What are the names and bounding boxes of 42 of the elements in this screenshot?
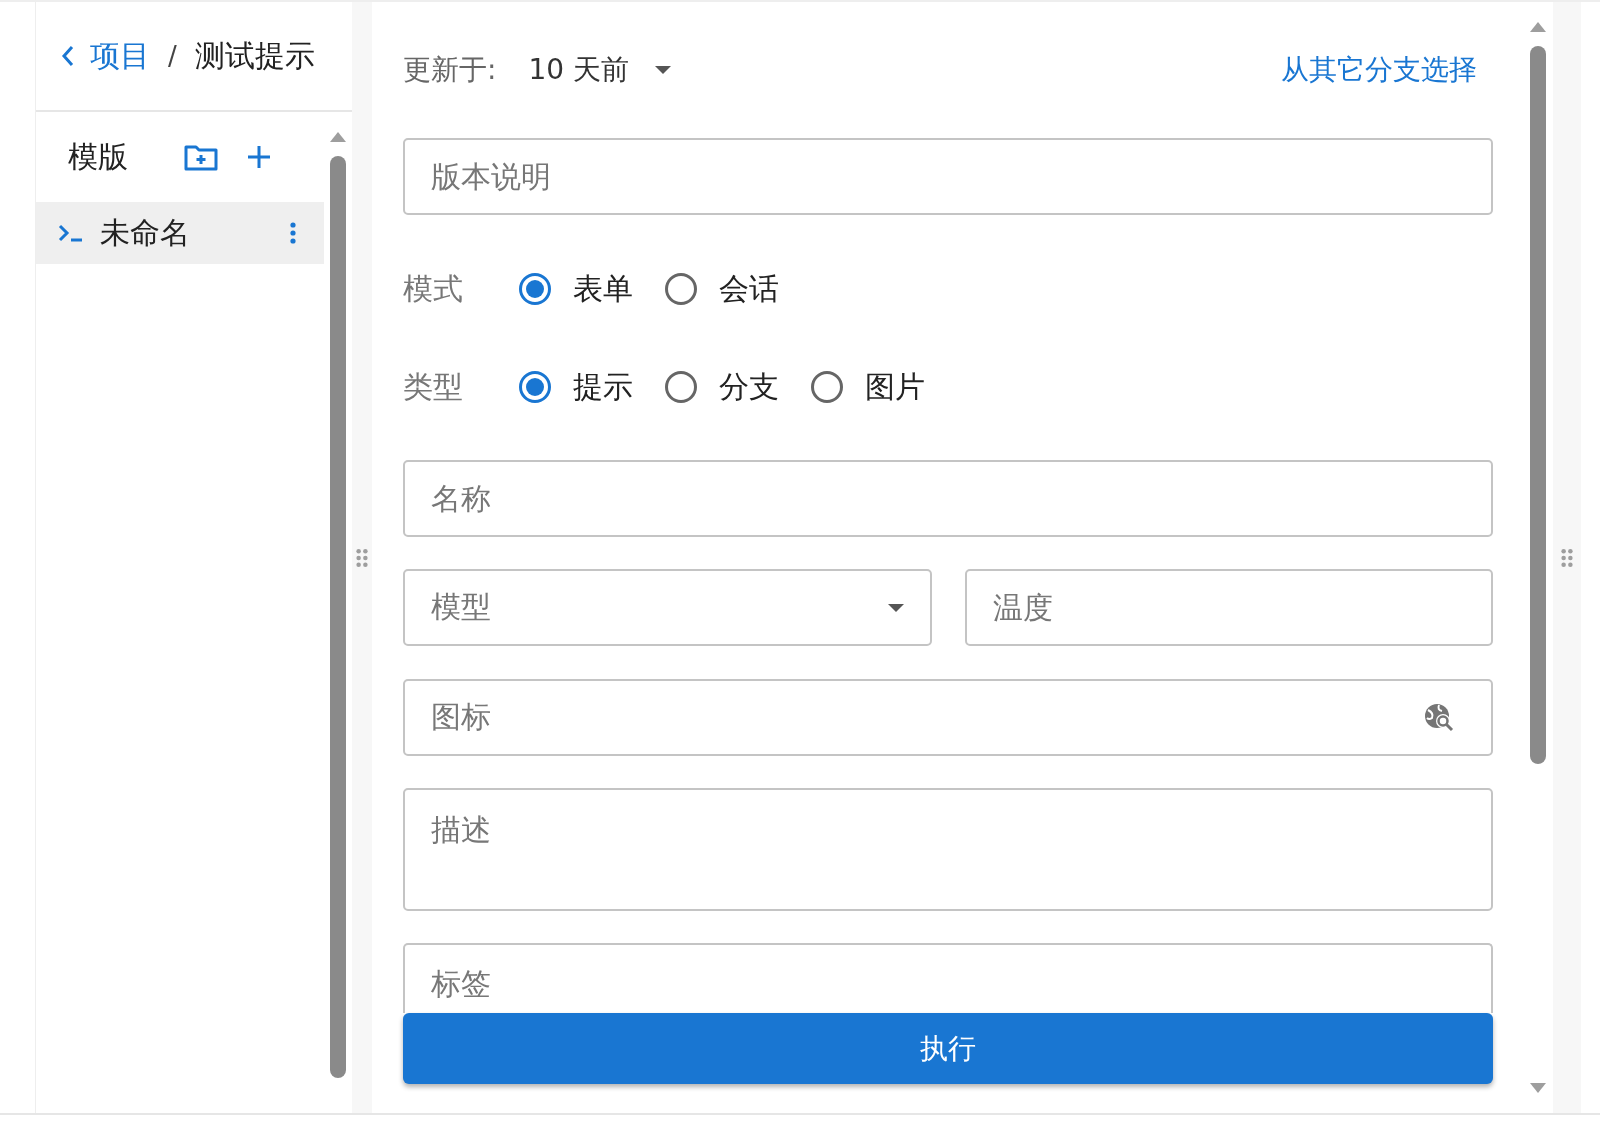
scrollbar-thumb[interactable] — [1530, 46, 1546, 764]
more-icon[interactable] — [290, 222, 296, 244]
version-select[interactable]: 10 天前 — [528, 51, 671, 89]
radio-button[interactable] — [519, 371, 551, 403]
scroll-down-icon[interactable] — [1530, 1083, 1546, 1093]
radio-button[interactable] — [519, 273, 551, 305]
sidebar-item[interactable]: 未命名 — [36, 202, 324, 264]
new-folder-icon[interactable] — [184, 143, 218, 171]
radio-option[interactable]: 分支 — [665, 366, 779, 408]
radio-button[interactable] — [665, 273, 697, 305]
radio-button[interactable] — [665, 371, 697, 403]
name-field[interactable]: 名称 — [403, 460, 1493, 537]
scroll-up-icon[interactable] — [330, 132, 346, 142]
radio-option[interactable]: 会话 — [665, 268, 779, 310]
dropdown-icon[interactable] — [887, 603, 904, 612]
radio-option[interactable]: 提示 — [519, 366, 633, 408]
resize-handle-icon[interactable] — [1561, 548, 1573, 567]
branch-link[interactable]: 从其它分支选择 — [1281, 51, 1477, 89]
temperature-field[interactable]: 温度 — [964, 569, 1493, 646]
radio-button[interactable] — [811, 371, 843, 403]
page-title: 测试提示 — [194, 36, 315, 75]
scroll-up-icon[interactable] — [1530, 22, 1546, 32]
model-select[interactable]: 模型 — [403, 569, 932, 646]
terminal-icon — [58, 224, 84, 242]
field-label: 模式 — [403, 269, 464, 308]
breadcrumb-separator: / — [168, 41, 177, 71]
add-icon[interactable] — [246, 144, 272, 170]
run-button[interactable]: 执行 — [403, 1013, 1493, 1084]
icon-field[interactable]: 图标 — [403, 679, 1493, 756]
version-note-field[interactable]: 版本说明 — [403, 138, 1493, 215]
radio-option[interactable]: 图片 — [811, 366, 925, 408]
back-icon[interactable] — [60, 43, 76, 69]
field-label: 类型 — [403, 367, 464, 406]
tags-field[interactable]: 标签 — [403, 943, 1493, 1013]
back-link[interactable]: 项目 — [60, 35, 150, 77]
description-field[interactable]: 描述 — [403, 788, 1493, 911]
radio-option[interactable]: 表单 — [519, 268, 633, 310]
scrollbar-thumb[interactable] — [330, 156, 346, 1078]
dropdown-icon[interactable] — [654, 66, 671, 74]
updated-label: 更新于: — [403, 52, 497, 88]
sidebar-title: 模版 — [68, 137, 129, 176]
resize-handle-icon[interactable] — [356, 548, 368, 567]
